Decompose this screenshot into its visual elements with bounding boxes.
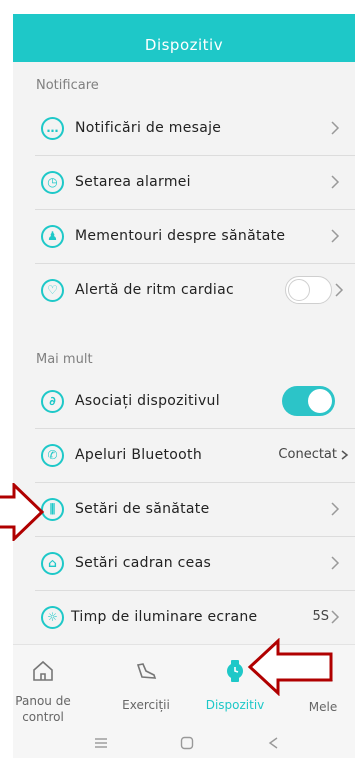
chevron-right-icon xyxy=(331,229,340,243)
row-watch-face-settings[interactable]: ⌂ Setări cadran ceas xyxy=(35,537,355,591)
watch-icon xyxy=(227,660,243,682)
row-label: Asociați dispozitivul xyxy=(75,393,220,409)
row-screen-light-time[interactable]: ☼ Timp de iluminare ecrane 5S xyxy=(35,591,355,644)
reminder-icon: ♟ xyxy=(41,225,64,248)
row-label: Setări cadran ceas xyxy=(75,555,212,571)
row-label: Mementouri despre sănătate xyxy=(75,228,286,244)
chat-icon: … xyxy=(41,117,64,140)
nav-label: Exerciții xyxy=(122,698,170,712)
home-icon xyxy=(33,660,53,681)
row-bluetooth-calls[interactable]: ✆ Apeluri Bluetooth Conectat xyxy=(35,429,355,483)
chevron-right-icon xyxy=(335,283,344,297)
back-icon[interactable] xyxy=(267,736,279,750)
nav-label: Panou de control xyxy=(15,694,71,724)
row-health-settings[interactable]: ⫼ Setări de sănătate xyxy=(35,483,355,537)
alarm-icon: ◷ xyxy=(41,171,64,194)
heart-alert-toggle[interactable] xyxy=(285,276,332,304)
chevron-right-icon xyxy=(331,556,340,570)
annotation-arrow-right xyxy=(0,483,45,541)
row-alarm-settings[interactable]: ◷ Setarea alarmei xyxy=(35,156,355,210)
pair-device-toggle[interactable] xyxy=(282,386,335,416)
row-heart-rate-alert[interactable]: ♡ Alertă de ritm cardiac xyxy=(35,264,355,317)
row-label: Setarea alarmei xyxy=(75,174,191,190)
row-health-reminders[interactable]: ♟ Mementouri despre sănătate xyxy=(35,210,355,264)
section-notifications: Notificare xyxy=(36,78,99,93)
row-label: Notificări de mesaje xyxy=(75,120,222,136)
row-label: Timp de iluminare ecrane xyxy=(71,609,258,625)
row-message-notifications[interactable]: … Notificări de mesaje xyxy=(35,102,355,156)
nav-label: Dispozitiv xyxy=(205,698,265,712)
link-icon: ∂ xyxy=(41,390,64,413)
recent-apps-icon[interactable] xyxy=(94,737,108,749)
shirt-icon: ⌂ xyxy=(41,552,64,575)
chevron-right-icon xyxy=(331,610,340,624)
chevron-right-icon xyxy=(331,121,340,135)
chevron-right-icon xyxy=(331,502,340,516)
heart-icon: ♡ xyxy=(41,279,64,302)
chevron-right-icon xyxy=(341,450,349,460)
section-more: Mai mult xyxy=(36,352,93,367)
home-button-icon[interactable] xyxy=(180,736,194,750)
row-label: Alertă de ritm cardiac xyxy=(75,282,234,298)
shoe-icon xyxy=(136,663,157,679)
phone-icon: ✆ xyxy=(41,444,64,467)
system-navigation-bar xyxy=(13,728,355,758)
chevron-right-icon xyxy=(331,175,340,189)
bluetooth-status: Conectat xyxy=(278,447,337,462)
page-title: Dispozitiv xyxy=(144,36,224,54)
top-bar: Dispozitiv xyxy=(13,14,355,62)
nav-label: Mele xyxy=(308,700,338,714)
brightness-icon: ☼ xyxy=(41,606,64,629)
row-label: Apeluri Bluetooth xyxy=(75,447,202,463)
row-label: Setări de sănătate xyxy=(75,501,210,517)
toggle-knob xyxy=(288,279,310,301)
row-pair-device[interactable]: ∂ Asociați dispozitivul xyxy=(35,375,355,429)
toggle-knob xyxy=(308,389,332,413)
annotation-arrow-left xyxy=(247,638,333,696)
